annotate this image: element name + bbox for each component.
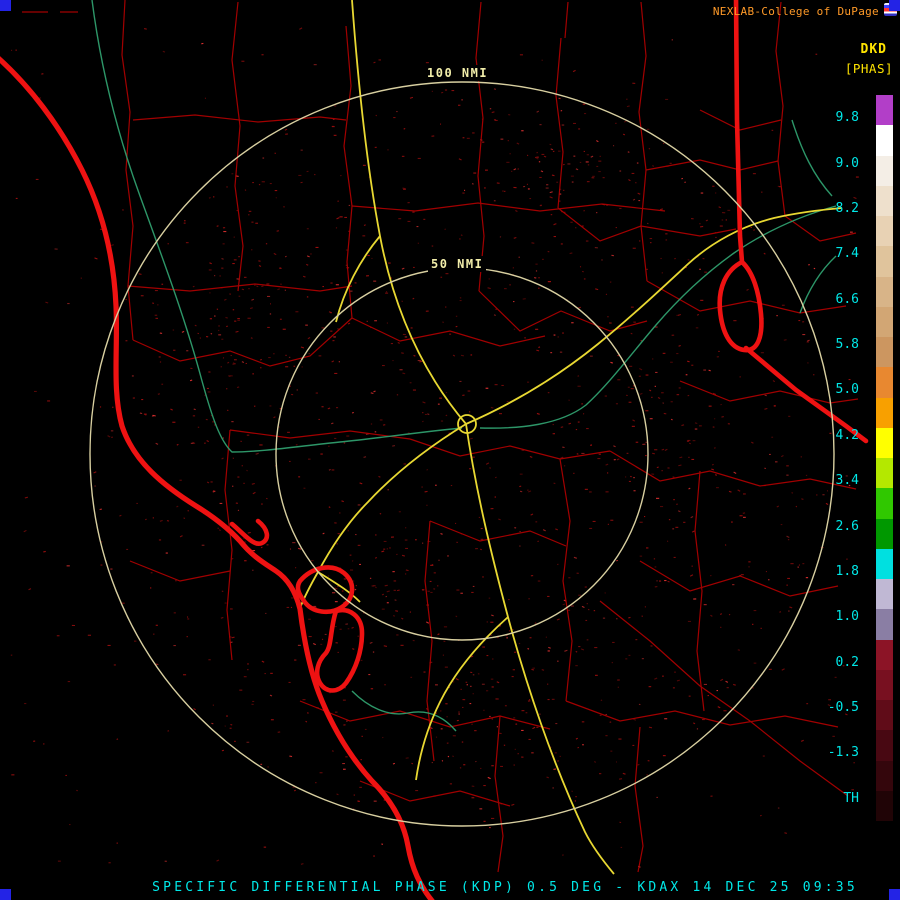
colorbar-tick-label: 1.0: [835, 609, 859, 625]
corner-marker-top-left: [0, 0, 11, 11]
colorbar-tick-label: 7.4: [835, 246, 859, 262]
colorbar-tick-label: -0.5: [827, 700, 859, 716]
river-lines: [91, 0, 837, 732]
product-code-label: DKD: [860, 42, 887, 57]
county-boundary-lines: [22, 0, 859, 873]
colorbar-segment: [876, 427, 893, 458]
colorbar-tick-label: 1.8: [835, 563, 859, 579]
colorbar-segment: [876, 367, 893, 398]
brand-text: NEXLAB-College of DuPage: [712, 5, 879, 18]
colorbar-segment: [876, 790, 893, 821]
corner-marker-top-right: [889, 0, 900, 11]
colorbar-tick-label: 2.6: [835, 518, 859, 534]
colorbar-tick-labels: 9.8 9.0 8.2 7.4 6.6 5.8 5.0 4.2 3.4 2.6 1.8 1.0 0.2 -…: [800, 95, 866, 821]
colorbar-tick-label: 0.2: [835, 654, 859, 670]
colorbar-tick-label: TH: [843, 790, 859, 806]
colorbar-segment: [876, 458, 893, 489]
colorbar-segment: [876, 306, 893, 337]
colorbar-segment: [876, 730, 893, 761]
colorbar-segment: [876, 488, 893, 519]
colorbar-tick-label: 8.2: [835, 200, 859, 216]
colorbar-segment: [876, 669, 893, 700]
product-caption: SPECIFIC DIFFERENTIAL PHASE (KDP) 0.5 DE…: [152, 880, 858, 895]
colorbar-segment: [876, 548, 893, 579]
state-border-and-coastline: [0, 0, 869, 900]
colorbar-segment: [876, 155, 893, 186]
colorbar-segment: [876, 337, 893, 368]
colorbar-segment: [876, 185, 893, 216]
colorbar-segment: [876, 125, 893, 156]
colorbar-tick-label: 3.4: [835, 473, 859, 489]
colorbar-tick-label: 9.8: [835, 110, 859, 126]
colorbar-tick-label: 4.2: [835, 427, 859, 443]
colorbar-segment: [876, 216, 893, 247]
colorbar-segment: [876, 760, 893, 791]
range-ring-100nmi: [89, 81, 835, 827]
colorbar-segment: [876, 579, 893, 610]
colorbar-segment: [876, 518, 893, 549]
corner-marker-bottom-right: [889, 889, 900, 900]
colorbar-segment: [876, 276, 893, 307]
colorbar-segment: [876, 639, 893, 670]
colorbar-segment: [876, 246, 893, 277]
colorbar-segment: [876, 397, 893, 428]
units-label: [PHAS]: [844, 61, 893, 76]
colorbar-segment: [876, 95, 893, 126]
colorbar-segment: [876, 609, 893, 640]
range-ring-label-100nmi: 100 NMI: [424, 65, 492, 81]
colorbar-tick-label: 5.8: [835, 337, 859, 353]
colorbar: [876, 95, 893, 821]
radar-screen: 100 NMI 50 NMI NEXLAB-College of DuPage …: [0, 0, 900, 900]
colorbar-tick-label: 5.0: [835, 382, 859, 398]
radar-map: [0, 0, 869, 900]
colorbar-tick-label: 9.0: [835, 155, 859, 171]
colorbar-tick-label: 6.6: [835, 291, 859, 307]
range-rings: [89, 81, 835, 827]
range-ring-label-50nmi: 50 NMI: [428, 256, 487, 272]
colorbar-tick-label: -1.3: [827, 745, 859, 761]
colorbar-segment: [876, 700, 893, 731]
corner-marker-bottom-left: [0, 889, 11, 900]
